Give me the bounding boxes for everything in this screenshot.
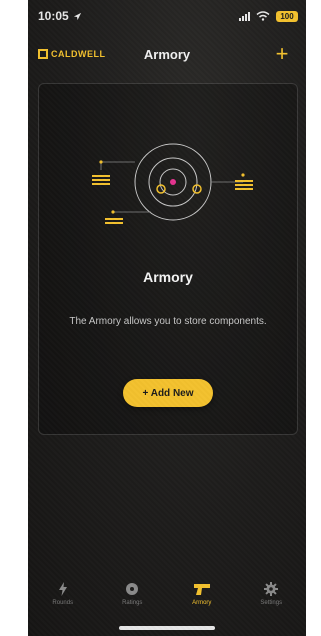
empty-state-description: The Armory allows you to store component… bbox=[69, 316, 267, 327]
bolt-icon bbox=[58, 582, 67, 596]
gear-icon bbox=[264, 582, 279, 596]
tab-armory[interactable]: Armory bbox=[172, 582, 232, 606]
battery-indicator: 100 bbox=[276, 10, 298, 22]
tab-ratings[interactable]: Ratings bbox=[102, 582, 162, 606]
status-right: 100 bbox=[239, 10, 298, 22]
add-icon-button[interactable]: + bbox=[268, 40, 296, 68]
home-indicator[interactable] bbox=[119, 626, 215, 630]
pistol-icon bbox=[193, 584, 210, 595]
page-title: Armory bbox=[143, 46, 191, 62]
add-new-button[interactable]: + Add New bbox=[123, 379, 213, 407]
wifi-icon bbox=[256, 11, 270, 21]
tab-label: Armory bbox=[192, 600, 212, 606]
nav-header: CALDWELL Armory + bbox=[38, 40, 296, 68]
empty-state-title: Armory bbox=[143, 269, 193, 285]
tab-bar: Rounds Ratings Armory Settings bbox=[28, 572, 306, 616]
tab-label: Ratings bbox=[122, 600, 143, 606]
tab-label: Rounds bbox=[52, 600, 74, 606]
status-left: 10:05 bbox=[38, 9, 82, 23]
status-time: 10:05 bbox=[38, 9, 69, 23]
phone-screen: 10:05 100 CALDWELL Armory + Armory The A… bbox=[28, 0, 306, 636]
cellular-signal-icon bbox=[239, 11, 250, 21]
target-icon bbox=[126, 583, 139, 595]
tab-label: Settings bbox=[260, 600, 283, 606]
tab-settings[interactable]: Settings bbox=[241, 582, 301, 606]
orbit-illustration bbox=[92, 143, 253, 224]
tab-rounds[interactable]: Rounds bbox=[33, 582, 93, 606]
location-arrow-icon bbox=[73, 12, 81, 20]
empty-state-card: Armory The Armory allows you to store co… bbox=[38, 83, 298, 435]
status-bar: 10:05 100 bbox=[38, 6, 298, 26]
